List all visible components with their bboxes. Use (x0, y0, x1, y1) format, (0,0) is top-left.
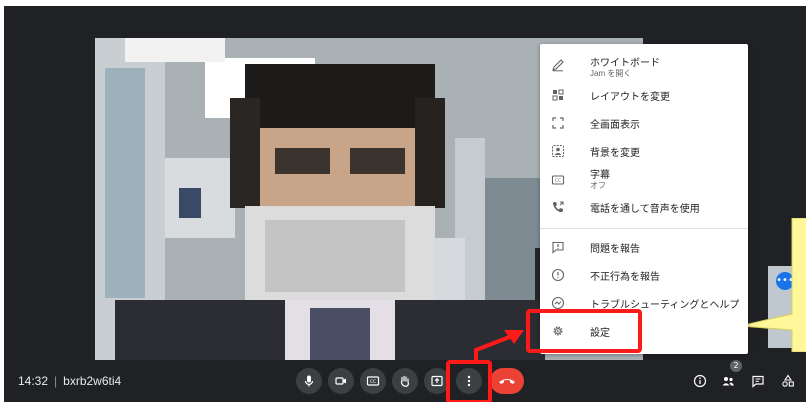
menu-item-label: 不正行為を報告 (590, 271, 660, 283)
menu-item-change-background[interactable]: 背景を変更 (540, 138, 748, 164)
menu-item-change-layout[interactable]: レイアウトを変更 (540, 82, 748, 108)
menu-item-label: 字幕 (590, 170, 610, 181)
present-icon (431, 375, 443, 387)
fullscreen-icon (550, 115, 566, 131)
meeting-code: bxrb2w6ti4 (63, 374, 122, 388)
meeting-details-button[interactable] (690, 371, 710, 391)
background-icon (550, 143, 566, 159)
info-icon (693, 374, 707, 388)
chat-button[interactable] (748, 371, 768, 391)
end-call-icon (499, 379, 515, 384)
camera-button[interactable] (328, 368, 354, 394)
menu-item-whiteboard[interactable]: ホワイトボード Jam を開く (540, 48, 748, 82)
settings-highlight-box (526, 309, 642, 353)
chat-icon (752, 375, 764, 388)
menu-item-report-abuse[interactable]: 不正行為を報告 (540, 262, 748, 288)
menu-item-label: レイアウトを変更 (590, 91, 670, 103)
menu-item-fullscreen[interactable]: 全画面表示 (540, 110, 748, 136)
report-problem-icon (550, 239, 566, 255)
meet-window: ••• 14:32 | bxrb2w6ti4 CC 2 ホワイトボード Jam … (4, 6, 806, 402)
mic-icon (304, 375, 314, 387)
menu-item-label: 全画面表示 (590, 119, 640, 131)
captions-button[interactable]: CC (360, 368, 386, 394)
bottom-toolbar: 14:32 | bxrb2w6ti4 CC 2 (4, 360, 806, 402)
menu-item-report-problem[interactable]: 問題を報告 (540, 234, 748, 260)
meeting-time: 14:32 (18, 374, 49, 388)
activities-icon (782, 374, 794, 387)
more-options-highlight-box (446, 360, 492, 402)
participant-count-badge: 2 (730, 360, 742, 372)
menu-item-sublabel: Jam を開く (590, 69, 632, 78)
menu-item-sublabel: オフ (590, 181, 606, 190)
svg-text:CC: CC (370, 379, 376, 385)
camera-icon (335, 377, 346, 385)
meeting-info: 14:32 | bxrb2w6ti4 (18, 374, 122, 388)
hand-icon (400, 375, 409, 387)
participants-button[interactable] (718, 371, 738, 391)
report-abuse-icon (550, 267, 566, 283)
menu-item-label: ホワイトボード (590, 58, 660, 69)
activities-button[interactable] (778, 371, 798, 391)
pencil-icon (550, 57, 566, 73)
more-options-menu: ホワイトボード Jam を開く レイアウトを変更 全画面表示 背景を変更 CC … (540, 44, 748, 354)
menu-item-label: 問題を報告 (590, 243, 640, 255)
end-call-button[interactable] (490, 368, 524, 394)
menu-item-label: 電話を通して音声を使用 (590, 203, 700, 215)
menu-divider (540, 228, 748, 229)
mic-button[interactable] (296, 368, 322, 394)
people-icon (722, 377, 734, 386)
menu-item-label: 背景を変更 (590, 147, 640, 159)
raise-hand-button[interactable] (392, 368, 418, 394)
menu-item-captions[interactable]: CC 字幕 オフ (540, 164, 748, 196)
svg-text:CC: CC (555, 178, 561, 184)
phone-audio-icon (550, 199, 566, 215)
captions-icon: CC (550, 172, 566, 188)
captions-icon: CC (366, 376, 380, 386)
callout-shape (740, 218, 806, 352)
menu-item-phone-audio[interactable]: 電話を通して音声を使用 (540, 194, 748, 220)
layout-icon (550, 87, 566, 103)
